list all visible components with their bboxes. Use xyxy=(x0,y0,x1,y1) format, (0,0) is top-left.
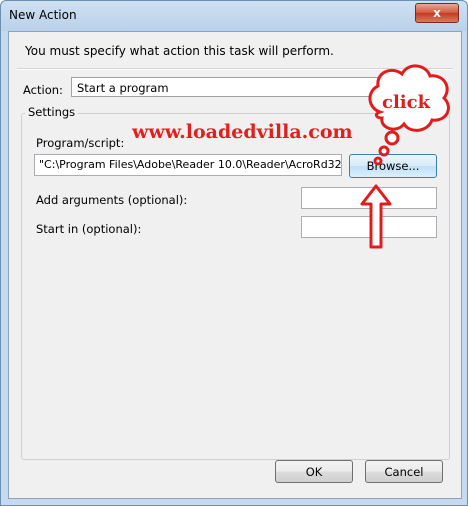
arguments-input[interactable] xyxy=(301,187,437,209)
browse-button-label: Browse... xyxy=(366,159,420,173)
cancel-button[interactable]: Cancel xyxy=(365,460,443,483)
ok-button[interactable]: OK xyxy=(275,460,353,483)
ok-button-label: OK xyxy=(305,464,323,479)
watermark-text: www.loadedvilla.com xyxy=(132,121,353,143)
action-label: Action: xyxy=(23,83,63,97)
arguments-label: Add arguments (optional): xyxy=(36,193,188,207)
start-in-label: Start in (optional): xyxy=(36,222,142,236)
cancel-button-label: Cancel xyxy=(384,464,424,479)
start-in-input[interactable] xyxy=(301,216,437,238)
action-selected-value: Start a program xyxy=(77,81,169,95)
chevron-down-icon[interactable]: ▼ xyxy=(429,82,436,92)
browse-button[interactable]: Browse... xyxy=(349,154,437,178)
settings-legend: Settings xyxy=(25,105,79,119)
window-title: New Action xyxy=(9,8,77,22)
close-icon: x xyxy=(433,6,441,20)
separator xyxy=(17,68,453,70)
program-label: Program/script: xyxy=(36,136,125,150)
instruction-text: You must specify what action this task w… xyxy=(25,44,334,58)
program-input[interactable]: "C:\Program Files\Adobe\Reader 10.0\Read… xyxy=(34,154,342,176)
new-action-window: New Action x You must specify what actio… xyxy=(0,0,468,506)
title-bar[interactable]: New Action x xyxy=(1,1,467,31)
close-button[interactable]: x xyxy=(415,3,459,23)
annotation-click-text: click xyxy=(382,92,431,113)
